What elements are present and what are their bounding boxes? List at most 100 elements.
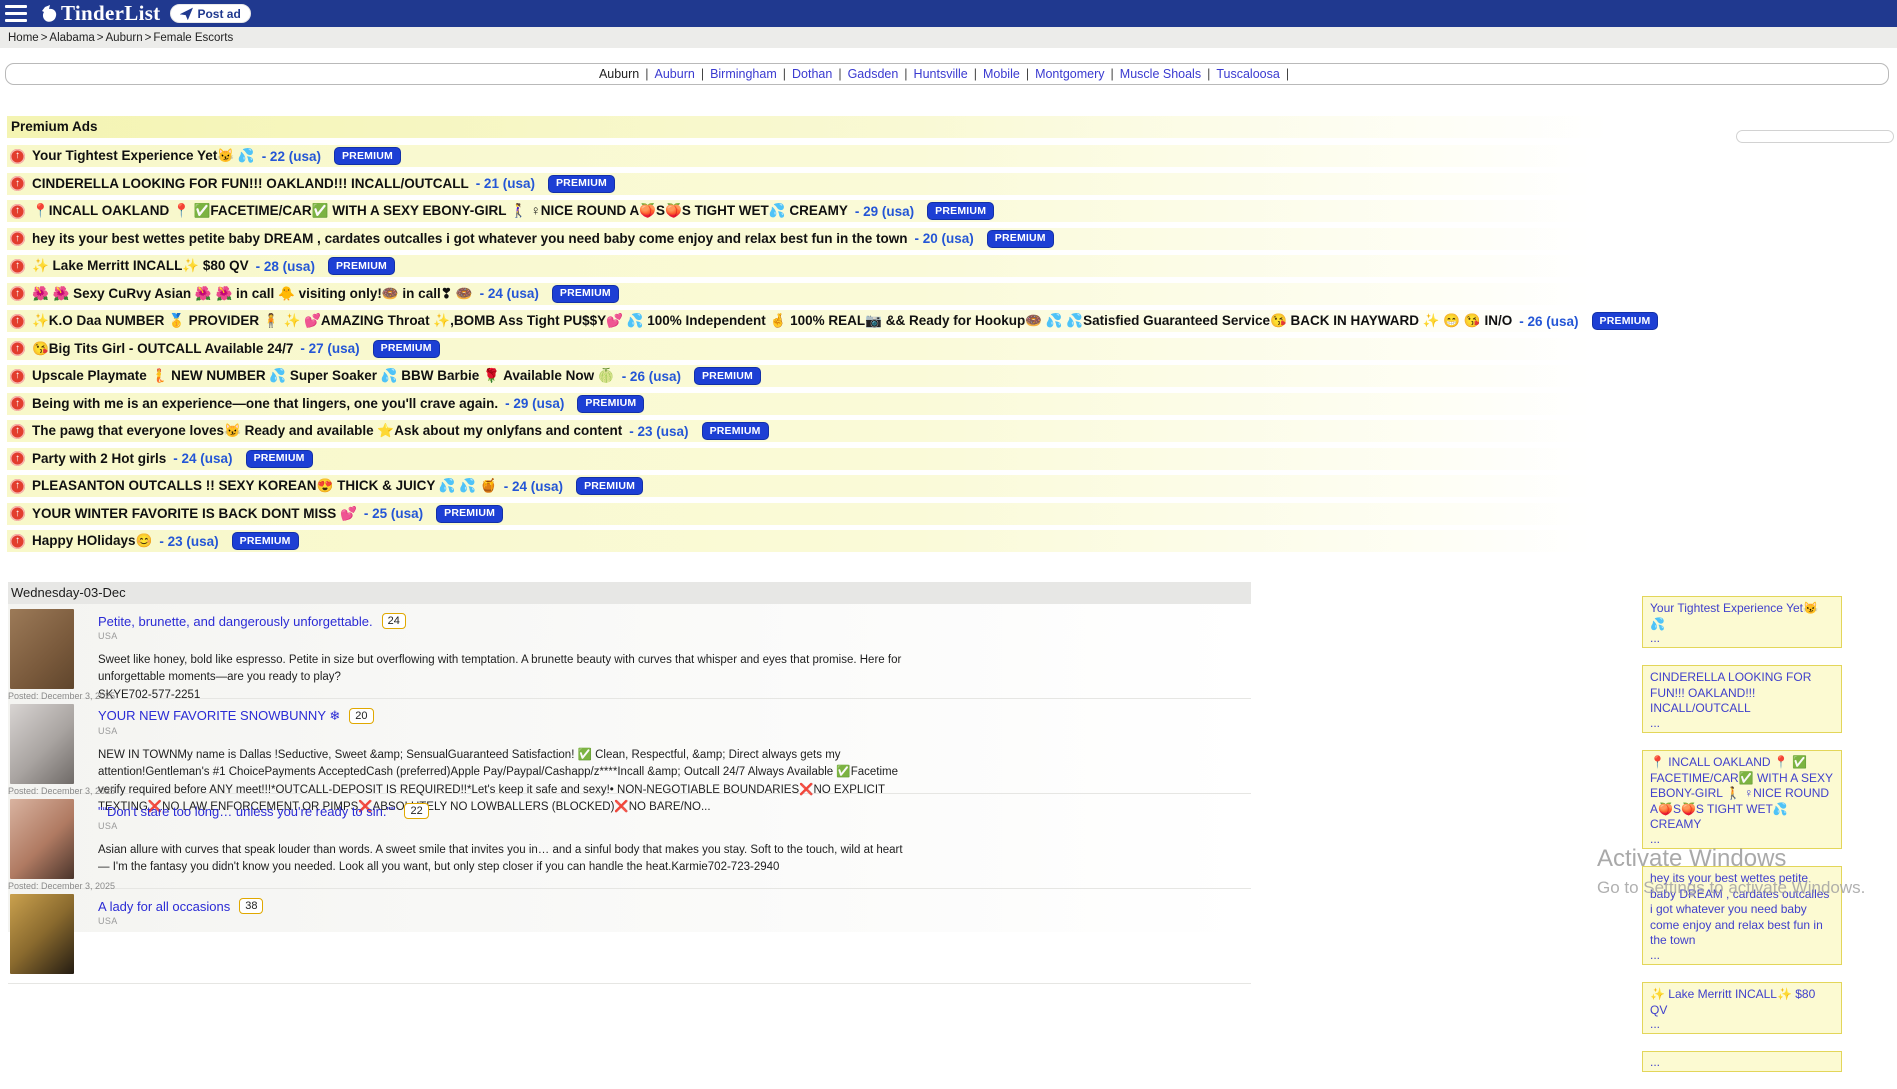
listings-column: Wednesday-03-Dec Posted: December 3, 202… [8, 582, 1251, 932]
sidebar-premium-box[interactable]: hey its your best wettes petite baby DRE… [1642, 866, 1842, 965]
premium-ad-age: - 29 (usa) [505, 396, 564, 411]
sidebar-premium-text[interactable]: CINDERELLA LOOKING FOR FUN!!! OAKLAND!!!… [1650, 670, 1834, 717]
city-link-wrap: Dothan| [792, 65, 848, 83]
site-logo[interactable]: TinderList [41, 1, 160, 26]
city-link[interactable]: Auburn [599, 67, 639, 81]
listing-thumbnail[interactable] [10, 704, 74, 784]
sidebar-premium-box[interactable]: CINDERELLA LOOKING FOR FUN!!! OAKLAND!!!… [1642, 665, 1842, 733]
premium-ad-title[interactable]: YOUR WINTER FAVORITE IS BACK DONT MISS 💕 [32, 506, 357, 522]
premium-ad-row[interactable]: ↑ Your Tightest Experience Yet😼 💦 - 22 (… [7, 145, 1659, 167]
sidebar-more-dots: ... [1650, 833, 1834, 845]
premium-ad-row[interactable]: ↑ Happy HOlidays😊 - 23 (usa) PREMIUM [7, 530, 1659, 552]
sidebar-more-dots: ... [1650, 632, 1834, 644]
listing-thumbnail[interactable] [10, 609, 74, 689]
up-arrow-icon: ↑ [10, 149, 25, 164]
listing-title-link[interactable]: "“Don't stare too long… unless you're re… [98, 804, 395, 819]
premium-ad-age: - 20 (usa) [914, 231, 973, 246]
premium-ad-title[interactable]: 🌺 🌺 Sexy CuRvy Asian 🌺 🌺 in call 🐥 visit… [32, 286, 473, 302]
premium-ad-row[interactable]: ↑ CINDERELLA LOOKING FOR FUN!!! OAKLAND!… [7, 173, 1659, 195]
city-separator: | [695, 67, 710, 81]
premium-ad-age: - 23 (usa) [159, 534, 218, 549]
premium-ad-title[interactable]: Being with me is an experience—one that … [32, 396, 498, 411]
premium-ad-row[interactable]: ↑ ✨ Lake Merritt INCALL✨ $80 QV - 28 (us… [7, 255, 1659, 277]
premium-ad-title[interactable]: Happy HOlidays😊 [32, 533, 152, 549]
premium-ad-row[interactable]: ↑ 😘Big Tits Girl - OUTCALL Available 24/… [7, 338, 1659, 360]
premium-ad-title[interactable]: hey its your best wettes petite baby DRE… [32, 231, 907, 246]
listing-thumbnail[interactable] [10, 799, 74, 879]
listing-thumbnail[interactable] [10, 894, 74, 974]
premium-ad-row[interactable]: ↑ hey its your best wettes petite baby D… [7, 228, 1659, 250]
premium-ad-age: - 25 (usa) [364, 506, 423, 521]
premium-ad-row[interactable]: ↑ Party with 2 Hot girls - 24 (usa) PREM… [7, 448, 1659, 470]
premium-ads-header: Premium Ads [7, 116, 1659, 138]
city-link-wrap: Birmingham| [710, 65, 792, 83]
premium-ad-title[interactable]: 📍INCALL OAKLAND 📍 ✅FACETIME/CAR✅ WITH A … [32, 203, 848, 219]
premium-badge: PREMIUM [548, 175, 615, 193]
city-link[interactable]: Mobile [983, 67, 1020, 81]
listing-description: Sweet like honey, bold like espresso. Pe… [98, 652, 913, 704]
breadcrumb-city[interactable]: Auburn [106, 32, 143, 44]
premium-ad-row[interactable]: ↑ The pawg that everyone loves😼 Ready an… [7, 420, 1659, 442]
premium-ad-row[interactable]: ↑ 🌺 🌺 Sexy CuRvy Asian 🌺 🌺 in call 🐥 vis… [7, 283, 1659, 305]
city-link[interactable]: Montgomery [1035, 67, 1104, 81]
sidebar-premium-text[interactable]: 📍 INCALL OAKLAND 📍 ✅ FACETIME/CAR✅ WITH … [1650, 755, 1834, 833]
premium-ad-title[interactable]: Upscale Playmate 🧜 NEW NUMBER 💦 Super So… [32, 368, 615, 384]
post-ad-label: Post ad [197, 7, 240, 21]
premium-ad-title[interactable]: The pawg that everyone loves😼 Ready and … [32, 423, 622, 439]
city-link[interactable]: Huntsville [914, 67, 968, 81]
sidebar-premium-box[interactable]: 📍 INCALL OAKLAND 📍 ✅ FACETIME/CAR✅ WITH … [1642, 750, 1842, 849]
listing-title-link[interactable]: YOUR NEW FAVORITE SNOWBUNNY ❄ [98, 708, 340, 724]
listing-age-badge: 20 [349, 708, 373, 724]
city-link-wrap: Mobile| [983, 65, 1035, 83]
listing-row: A lady for all occasions 38 USA [8, 889, 1251, 984]
premium-ad-age: - 21 (usa) [476, 176, 535, 191]
premium-ads-section: Premium Ads ↑ Your Tightest Experience Y… [7, 116, 1659, 558]
city-link[interactable]: Birmingham [710, 67, 777, 81]
premium-ad-title[interactable]: Your Tightest Experience Yet😼 💦 [32, 148, 255, 164]
breadcrumb: Home>Alabama>Auburn>Female Escorts [8, 32, 233, 44]
listing-content: "“Don't stare too long… unless you're re… [98, 794, 1251, 877]
sidebar-premium-box[interactable]: Your Tightest Experience Yet😼 💦 ... [1642, 596, 1842, 648]
post-ad-button[interactable]: Post ad [170, 4, 250, 23]
premium-ad-row[interactable]: ↑ 📍INCALL OAKLAND 📍 ✅FACETIME/CAR✅ WITH … [7, 200, 1659, 222]
listing-title-link[interactable]: A lady for all occasions [98, 899, 230, 914]
breadcrumb-state[interactable]: Alabama [49, 32, 94, 44]
premium-ad-row[interactable]: ↑ YOUR WINTER FAVORITE IS BACK DONT MISS… [7, 503, 1659, 525]
sidebar-premium-text[interactable]: hey its your best wettes petite baby DRE… [1650, 871, 1834, 949]
empty-pill-track[interactable] [1736, 130, 1894, 143]
premium-ad-title[interactable]: PLEASANTON OUTCALLS !! SEXY KOREAN😍 THIC… [32, 478, 497, 494]
sidebar-premium-text[interactable]: Your Tightest Experience Yet😼 💦 [1650, 601, 1834, 632]
sidebar-premium-text[interactable]: ✨ Lake Merritt INCALL✨ $80 QV [1650, 987, 1834, 1018]
listing-row: Posted: December 3, 2025 "“Don't stare t… [8, 794, 1251, 889]
city-separator: | [639, 67, 654, 81]
paper-plane-icon [180, 7, 193, 20]
premium-ad-title[interactable]: CINDERELLA LOOKING FOR FUN!!! OAKLAND!!!… [32, 176, 469, 191]
city-link[interactable]: Tuscaloosa [1216, 67, 1279, 81]
premium-ad-row[interactable]: ↑ ✨K.O Daa NUMBER 🥇 PROVIDER 🧍 ✨ 💕AMAZIN… [7, 310, 1659, 332]
premium-badge: PREMIUM [577, 395, 644, 413]
city-link[interactable]: Muscle Shoals [1120, 67, 1201, 81]
city-link-wrap: Gadsden| [848, 65, 914, 83]
premium-ad-row[interactable]: ↑ Being with me is an experience—one tha… [7, 393, 1659, 415]
listing-title-link[interactable]: Petite, brunette, and dangerously unforg… [98, 614, 373, 629]
breadcrumb-home[interactable]: Home [8, 32, 39, 44]
sidebar-premium-box[interactable]: ... [1642, 1051, 1842, 1072]
hamburger-menu-icon[interactable] [5, 5, 27, 22]
listing-location: USA [98, 726, 1251, 736]
city-separator: | [1280, 67, 1295, 81]
city-separator: | [1105, 67, 1120, 81]
sidebar-premium-box[interactable]: ✨ Lake Merritt INCALL✨ $80 QV ... [1642, 982, 1842, 1034]
premium-ad-row[interactable]: ↑ Upscale Playmate 🧜 NEW NUMBER 💦 Super … [7, 365, 1659, 387]
city-link[interactable]: Auburn [655, 67, 695, 81]
city-link[interactable]: Gadsden [848, 67, 899, 81]
premium-ad-title[interactable]: ✨K.O Daa NUMBER 🥇 PROVIDER 🧍 ✨ 💕AMAZING … [32, 313, 1512, 329]
premium-badge: PREMIUM [373, 340, 440, 358]
premium-ad-title[interactable]: ✨ Lake Merritt INCALL✨ $80 QV [32, 258, 249, 274]
up-arrow-icon: ↑ [10, 286, 25, 301]
premium-ad-title[interactable]: Party with 2 Hot girls [32, 451, 166, 466]
premium-ad-title[interactable]: 😘Big Tits Girl - OUTCALL Available 24/7 [32, 341, 293, 357]
breadcrumb-category[interactable]: Female Escorts [153, 32, 233, 44]
premium-badge: PREMIUM [694, 367, 761, 385]
premium-ad-row[interactable]: ↑ PLEASANTON OUTCALLS !! SEXY KOREAN😍 TH… [7, 475, 1659, 497]
city-link[interactable]: Dothan [792, 67, 832, 81]
